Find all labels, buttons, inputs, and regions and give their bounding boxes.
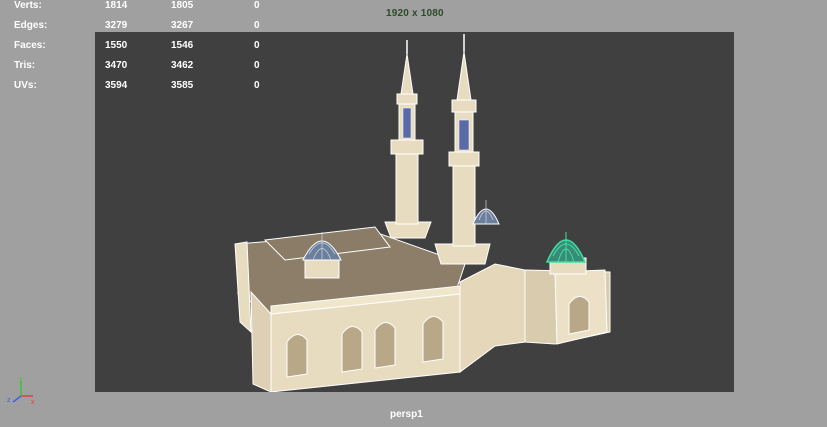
- hud-label: Faces:: [14, 40, 46, 51]
- x-axis-label: x: [31, 399, 35, 406]
- hud-value: 0: [254, 20, 260, 31]
- axis-gizmo: x y z: [7, 376, 35, 406]
- hud-label: Edges:: [14, 20, 48, 31]
- right-wing-front[interactable]: [459, 263, 526, 373]
- dome-middle[interactable]: [472, 200, 500, 225]
- hud-value: 0: [254, 0, 260, 11]
- mosque-model[interactable]: [95, 32, 734, 392]
- hud-value: 3267: [171, 20, 194, 31]
- hud-value: 3279: [105, 20, 128, 31]
- hud-value: 1805: [171, 0, 194, 11]
- hud-value: 1814: [105, 0, 128, 11]
- viewport-panel[interactable]: 1920 x 1080 Verts: 1814 1805 0 Edges: 32…: [0, 0, 827, 427]
- hud-label: UVs:: [14, 80, 37, 91]
- minaret-left[interactable]: [384, 40, 432, 239]
- hud-label: Verts:: [14, 0, 42, 11]
- minaret-right[interactable]: [434, 34, 491, 265]
- hud-row-verts: Verts: 1814 1805 0: [0, 0, 270, 14]
- camera-label: persp1: [390, 409, 423, 420]
- z-axis-label: z: [7, 397, 11, 404]
- y-axis-label: y: [19, 376, 23, 383]
- hud-label: Tris:: [14, 60, 36, 71]
- z-axis-line: [12, 395, 22, 403]
- right-arched-window: [568, 296, 590, 335]
- dome-right-selected[interactable]: [545, 232, 587, 275]
- resolution-label: 1920 x 1080: [386, 8, 444, 19]
